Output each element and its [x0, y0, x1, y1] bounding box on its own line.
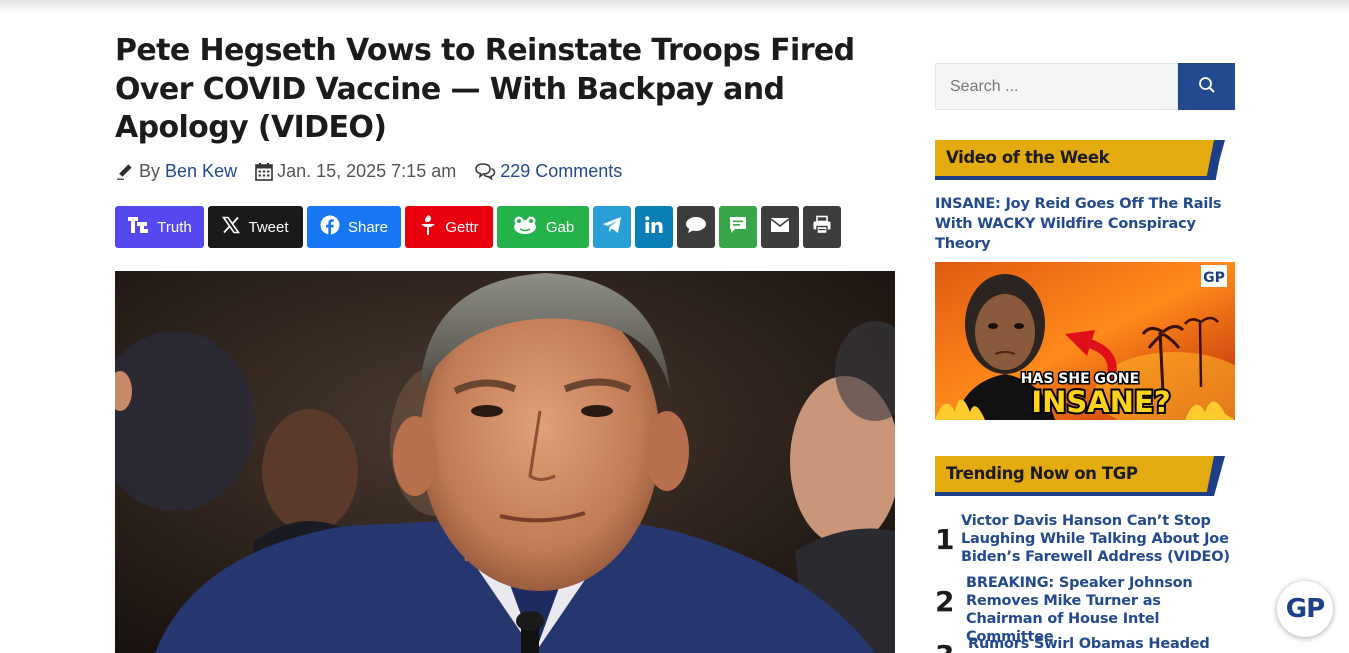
- article-date: Jan. 15, 2025 7:15 am: [277, 160, 457, 181]
- share-email-button[interactable]: [761, 206, 799, 248]
- envelope-icon: [770, 217, 790, 237]
- facebook-icon: [320, 215, 340, 239]
- by-label: By: [139, 160, 161, 181]
- calendar-icon: [255, 162, 273, 181]
- share-facebook-button[interactable]: Share: [307, 206, 401, 248]
- truth-social-icon: [127, 215, 149, 239]
- floating-gp-button[interactable]: GP: [1277, 581, 1333, 637]
- share-print-button[interactable]: [803, 206, 841, 248]
- video-of-week-link[interactable]: INSANE: Joy Reid Goes Off The Rails With…: [935, 194, 1225, 254]
- author-group: By Ben Kew: [115, 161, 237, 182]
- trending-rank: 3: [935, 635, 968, 653]
- comments-icon: [474, 162, 496, 180]
- thumb-gp-badge: GP: [1203, 270, 1225, 286]
- trending-rank: 2: [935, 584, 955, 618]
- share-linkedin-button[interactable]: [635, 206, 673, 248]
- search-form: [935, 63, 1235, 110]
- share-truth-button[interactable]: Truth: [115, 206, 204, 248]
- share-tweet-label: Tweet: [248, 218, 289, 236]
- gab-frog-icon: [512, 215, 538, 239]
- search-input[interactable]: [935, 63, 1178, 110]
- share-bar: Truth Tweet Share Gettr Gab: [115, 206, 845, 248]
- trending-item: 2 BREAKING: Speaker Johnson Removes Mike…: [935, 573, 1238, 645]
- speech-bubble-icon: [685, 216, 707, 238]
- telegram-icon: [602, 216, 622, 238]
- share-comment-button[interactable]: [677, 206, 715, 248]
- search-button[interactable]: [1178, 63, 1235, 110]
- trending-item: 3 Rumors Swirl Obamas Headed For: [935, 635, 1233, 653]
- pencil-icon: [115, 161, 135, 181]
- share-truth-label: Truth: [157, 218, 192, 236]
- trending-rank: 1: [935, 522, 955, 556]
- comments-link[interactable]: 229 Comments: [500, 161, 622, 182]
- article-title: Pete Hegseth Vows to Reinstate Troops Fi…: [115, 33, 855, 145]
- trending-banner: Trending Now on TGP: [935, 456, 1225, 496]
- share-telegram-button[interactable]: [593, 206, 631, 248]
- video-of-week-banner: Video of the Week: [935, 140, 1225, 180]
- video-of-week-heading: Video of the Week: [946, 148, 1110, 167]
- trending-item: 1 Victor Davis Hanson Can’t Stop Laughin…: [935, 511, 1237, 567]
- share-tweet-button[interactable]: Tweet: [208, 206, 303, 248]
- sms-icon: [729, 216, 747, 238]
- video-thumbnail[interactable]: GP HAS SHE GONE INSANE?: [935, 262, 1235, 420]
- share-facebook-label: Share: [347, 218, 389, 236]
- trending-link[interactable]: BREAKING: Speaker Johnson Removes Mike T…: [966, 573, 1238, 645]
- article-meta: By Ben Kew Jan. 15, 2025 7:15 am 229 Com…: [115, 158, 622, 184]
- share-gettr-button[interactable]: Gettr: [405, 206, 493, 248]
- date-group: Jan. 15, 2025 7:15 am: [255, 161, 456, 182]
- share-gab-button[interactable]: Gab: [497, 206, 589, 248]
- hero-image[interactable]: [115, 271, 895, 653]
- trending-link[interactable]: Rumors Swirl Obamas Headed For: [968, 635, 1233, 653]
- top-shadow: [0, 0, 1349, 14]
- x-icon: [222, 216, 241, 238]
- search-icon: [1198, 76, 1216, 97]
- share-sms-button[interactable]: [719, 206, 757, 248]
- share-gettr-label: Gettr: [445, 218, 479, 236]
- author-link[interactable]: Ben Kew: [165, 161, 237, 182]
- comments-group: 229 Comments: [474, 161, 622, 182]
- thumb-caption-line2: INSANE?: [1031, 385, 1170, 419]
- gettr-icon: [419, 214, 437, 240]
- linkedin-icon: [644, 215, 664, 239]
- trending-heading: Trending Now on TGP: [946, 464, 1138, 483]
- share-gab-label: Gab: [545, 218, 575, 236]
- trending-link[interactable]: Victor Davis Hanson Can’t Stop Laughing …: [961, 511, 1237, 567]
- printer-icon: [812, 215, 832, 239]
